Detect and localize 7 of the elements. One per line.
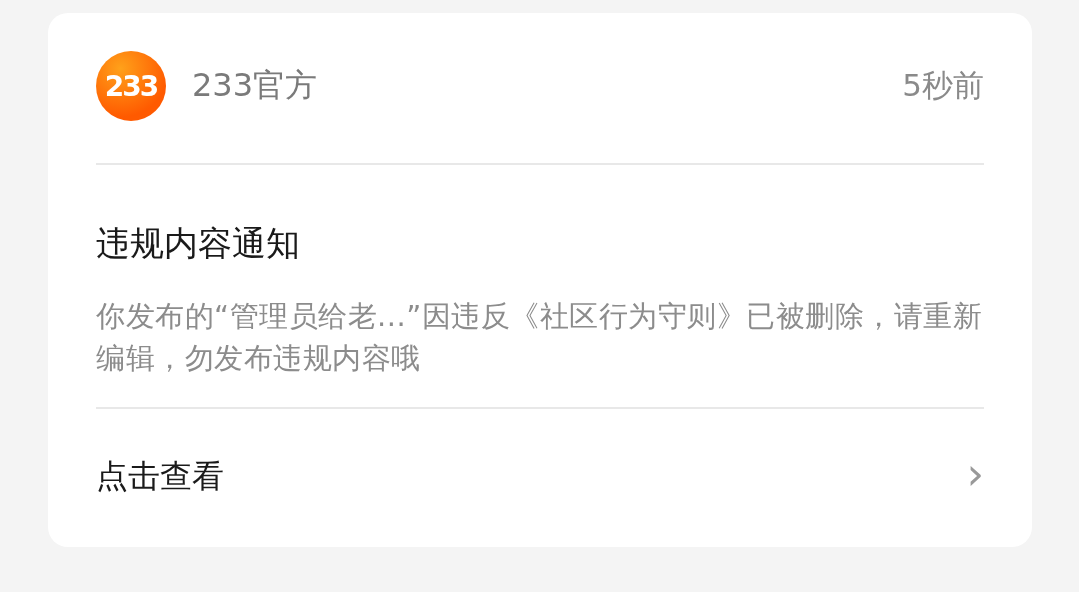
sender-name: 233官方	[192, 65, 319, 106]
view-details-link[interactable]: 点击查看 ›	[96, 409, 984, 543]
chevron-right-icon: ›	[966, 452, 984, 496]
app-logo: 233	[96, 51, 166, 121]
notification-message: 你发布的“管理员给老...”因违反《社区行为守则》已被删除，请重新编辑，勿发布违规内容哦	[96, 295, 984, 409]
timestamp: 5秒前	[902, 66, 984, 105]
notification-title: 违规内容通知	[96, 222, 301, 265]
